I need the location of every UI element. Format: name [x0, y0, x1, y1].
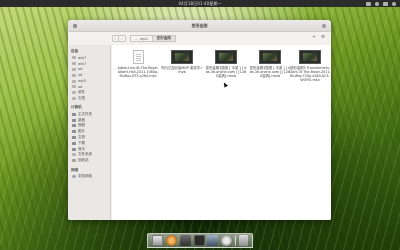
power-icon[interactable] [392, 1, 396, 6]
sidebar-item-label: mp3 [78, 79, 86, 84]
file-item[interactable]: 阿凡达加长版HDP 英双字.rmvb [160, 50, 204, 74]
drive-icon [72, 62, 76, 66]
downloads-folder-icon [72, 141, 76, 145]
sidebar-item-browse-network[interactable]: 浏览网络 [68, 174, 110, 180]
drive-icon [72, 85, 76, 89]
sidebar-item-label: 音乐 [78, 146, 85, 151]
maximize-window-button[interactable] [322, 24, 326, 28]
video-thumbnail [215, 50, 237, 64]
file-name: 变形金刚3 Transformers.Dark.Of.The.Moon.2011… [289, 66, 331, 83]
file-name: 变形金刚3国语 [ 中英 ] [ bbs.3e-online.com ] [12… [249, 66, 291, 79]
music-folder-icon [72, 147, 76, 151]
trash-icon [72, 159, 76, 163]
sidebar-heading-devices: 设备 [71, 49, 79, 53]
back-button[interactable]: ‹ [112, 35, 119, 42]
pictures-folder-icon [72, 130, 76, 134]
file-view[interactable]: Adele.Live.At.The.Royal.Albert.Hall.2011… [112, 45, 331, 220]
network-icon[interactable] [366, 1, 371, 6]
file-item[interactable]: 变形金刚3国语 [ 中英 ] [ bbs.3e-online.com ] [12… [204, 50, 248, 78]
sidebar-item-label: 文档 [78, 95, 85, 100]
add-icon[interactable]: + [312, 35, 316, 40]
breadcrumb-item-parent[interactable]: ... mp3 [130, 35, 153, 42]
sidebar-item-label: 主文件夹 [78, 111, 92, 116]
terminal-dock-icon[interactable] [193, 235, 205, 246]
sidebar-item-label: 下载 [78, 140, 85, 145]
file-item[interactable]: 变形金刚3国语 [ 中英 ] [ bbs.3e-online.com ] [12… [248, 50, 292, 78]
network-icon [72, 174, 76, 178]
battery-icon[interactable] [383, 1, 388, 6]
sidebar-item-label: 回收站 [78, 158, 89, 163]
forward-button[interactable]: › [119, 35, 126, 42]
breadcrumb-item-current[interactable]: 变形金刚 [152, 35, 177, 42]
window-title: 变形金刚 [191, 22, 208, 28]
file-item[interactable]: 变形金刚3 Transformers.Dark.Of.The.Moon.2011… [288, 50, 331, 82]
file-manager-window: × 变形金刚 ‹ › ... mp3 变形金刚 + ⚙ 设备 win7 win7… [68, 20, 331, 220]
sidebar-heading-network: 网络 [71, 167, 79, 172]
top-panel: 04月18日01:40星期一 [0, 0, 400, 7]
sidebar-item-label: xd [78, 73, 83, 78]
gear-icon[interactable]: ⚙ [321, 35, 325, 40]
drive-icon [72, 96, 76, 100]
drive-icon [72, 56, 76, 60]
filesystem-icon [72, 153, 76, 157]
trash-dock-icon[interactable] [238, 235, 248, 246]
settings-dock-icon[interactable] [221, 235, 233, 246]
sidebar-item-label: 浏览网络 [78, 173, 92, 178]
video-thumbnail [259, 50, 281, 64]
home-icon [72, 112, 76, 116]
video-folder-icon [72, 124, 76, 128]
dock-separator [234, 235, 236, 246]
file-name: Adele.Live.At.The.Royal.Albert.Hall.2011… [117, 66, 159, 79]
video-thumbnail [299, 50, 321, 64]
desktop-icon [72, 118, 76, 122]
sidebar: 设备 win7 win7 xd xd mp3 xd 软件 文档 计算机 主文件夹… [68, 45, 111, 220]
sidebar-item-label: 图片 [78, 129, 85, 134]
breadcrumb: ... mp3 变形金刚 [130, 35, 177, 42]
toolbar-actions: + ⚙ [312, 35, 325, 40]
panel-clock[interactable]: 04月18日01:40星期一 [178, 1, 221, 7]
video-thumbnail [171, 50, 193, 64]
sidebar-item-label: win7 [78, 55, 87, 60]
file-name: 变形金刚3国语 [ 中英 ] [ bbs.3e-online.com ] [12… [205, 66, 247, 79]
file-item[interactable]: Adele.Live.At.The.Royal.Albert.Hall.2011… [116, 50, 160, 78]
video-file-icon [132, 50, 144, 64]
sidebar-item-label: 桌面 [78, 117, 85, 122]
sidebar-item-label: 软件 [78, 90, 85, 95]
toolbar: ‹ › ... mp3 变形金刚 + ⚙ [68, 32, 331, 45]
documents-folder-icon [72, 135, 76, 139]
sidebar-item-label: xd [78, 67, 83, 72]
drive-icon [72, 79, 76, 83]
sidebar-item-label: 视频 [78, 123, 85, 128]
sidebar-item-label: 文档 [78, 134, 85, 139]
volume-icon[interactable] [375, 1, 379, 6]
system-tray [366, 0, 396, 7]
music-player-dock-icon[interactable] [166, 235, 178, 246]
file-name: 阿凡达加长版HDP 英双字.rmvb [161, 66, 203, 75]
drive-icon [72, 73, 76, 77]
sidebar-item-label: 文件系统 [78, 152, 92, 157]
sidebar-heading-computer: 计算机 [71, 105, 82, 110]
dock [147, 233, 253, 248]
drive-icon [72, 67, 76, 71]
window-titlebar[interactable]: × 变形金刚 [68, 20, 331, 32]
sidebar-item-label: win7 [78, 61, 87, 66]
file-manager-dock-icon[interactable] [152, 235, 164, 246]
screenshot-dock-icon[interactable] [207, 235, 219, 246]
drive-icon [72, 91, 76, 95]
sidebar-item-label: xd [78, 84, 83, 89]
media-player-dock-icon[interactable] [179, 235, 191, 246]
